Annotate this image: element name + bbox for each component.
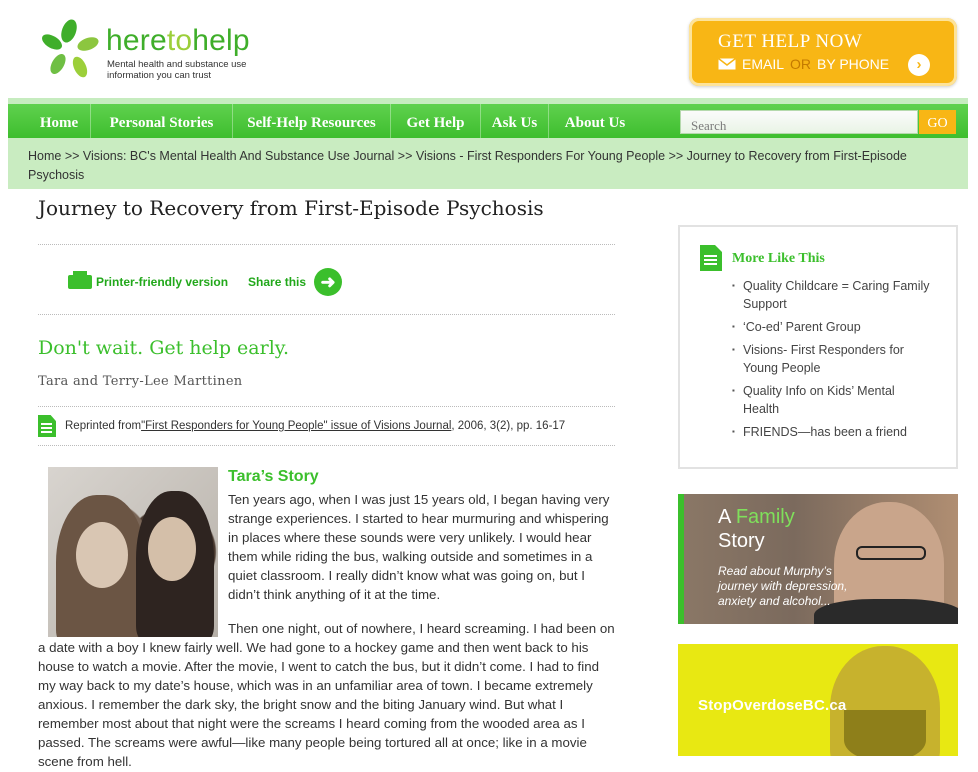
banner-story: Story (718, 530, 765, 552)
article-tools: Printer-friendly version Share this ➜ (68, 268, 343, 296)
share-arrow-icon[interactable]: ➜ (314, 268, 343, 296)
share-link[interactable]: Share this (248, 275, 306, 289)
breadcrumb: Home >> Visions: BC's Mental Health And … (8, 138, 968, 189)
article-subtitle: Don't wait. Get help early. (38, 337, 290, 359)
more-like-this-list: Quality Childcare = Caring Family Suppor… (732, 277, 932, 446)
story-paragraph-1: Ten years ago, when I was just 15 years … (228, 492, 610, 602)
story-paragraph-2: Then one night, out of nowhere, I heard … (38, 621, 615, 769)
divider (38, 314, 615, 315)
document-icon (700, 245, 722, 271)
breadcrumb-separator: >> (668, 149, 684, 163)
logo-to: to (166, 24, 193, 57)
or-label: OR (790, 56, 812, 72)
list-item[interactable]: ‘Co-ed’ Parent Group (732, 318, 932, 336)
printer-icon[interactable] (68, 271, 92, 289)
get-help-title: GET HELP NOW (718, 31, 863, 52)
nav-home[interactable]: Home (28, 104, 91, 138)
logo-leaf-icon (42, 19, 99, 78)
banner-a: A (718, 506, 731, 528)
breadcrumb-separator: >> (397, 149, 413, 163)
banner-tagline: Read about Murphy’s journey with depress… (718, 564, 848, 608)
reprint-note: Reprinted from "First Responders for You… (38, 415, 565, 437)
list-item[interactable]: Visions- First Responders for Young Peop… (732, 341, 932, 377)
envelope-icon (718, 58, 736, 70)
logo-wordmark: heretohelp (106, 24, 250, 58)
phone-link[interactable]: BY PHONE (817, 56, 889, 72)
divider (38, 445, 615, 446)
family-story-banner[interactable]: A Family Story Read about Murphy’s journ… (678, 494, 958, 624)
more-like-this-title: More Like This (732, 251, 825, 266)
reprint-prefix: Reprinted from (65, 420, 142, 432)
breadcrumb-first-responders[interactable]: Visions - First Responders For Young Peo… (416, 149, 665, 163)
nav-ask-us[interactable]: Ask Us (481, 104, 549, 138)
chevron-right-icon[interactable]: › (908, 54, 930, 76)
page-title: Journey to Recovery from First-Episode P… (38, 196, 544, 220)
search-go-button[interactable]: GO (919, 110, 956, 134)
breadcrumb-home[interactable]: Home (28, 149, 61, 163)
nav-about-us[interactable]: About Us (549, 104, 641, 138)
divider (38, 244, 615, 245)
divider (38, 406, 615, 407)
get-help-options: EMAIL OR BY PHONE (718, 56, 889, 72)
breadcrumb-visions-journal[interactable]: Visions: BC's Mental Health And Substanc… (83, 149, 394, 163)
main-nav: Home Personal Stories Self-Help Resource… (8, 98, 968, 138)
reprint-issue-link[interactable]: "First Responders for Young People" issu… (141, 420, 451, 432)
stop-overdose-banner[interactable]: StopOverdoseBC.ca (678, 644, 958, 756)
breadcrumb-separator: >> (64, 149, 80, 163)
document-icon (38, 415, 56, 437)
site-logo[interactable]: heretohelp Mental health and substance u… (36, 18, 276, 84)
logo-tagline: Mental health and substance use informat… (107, 59, 247, 81)
section-heading: Tara’s Story (228, 468, 319, 485)
banner-family: Family (735, 506, 795, 528)
logo-here: here (106, 24, 167, 57)
nav-personal-stories[interactable]: Personal Stories (91, 104, 233, 138)
list-item[interactable]: Quality Childcare = Caring Family Suppor… (732, 277, 932, 313)
get-help-now-button[interactable]: GET HELP NOW EMAIL OR BY PHONE › (689, 18, 957, 86)
article-author: Tara and Terry-Lee Marttinen (38, 374, 243, 389)
article-photo (48, 467, 218, 637)
reprint-suffix: , 2006, 3(2), pp. 16-17 (451, 420, 566, 432)
more-like-this-box: More Like This Quality Childcare = Carin… (678, 225, 958, 469)
email-link[interactable]: EMAIL (742, 56, 784, 72)
banner-url: StopOverdoseBC.ca (698, 697, 847, 714)
search-input[interactable]: Search (680, 110, 918, 134)
logo-help: help (192, 24, 250, 57)
nav-self-help-resources[interactable]: Self-Help Resources (233, 104, 391, 138)
nav-get-help[interactable]: Get Help (391, 104, 481, 138)
banner-heading: A Family (718, 506, 795, 529)
list-item[interactable]: FRIENDS—has been a friend (732, 423, 932, 441)
list-item[interactable]: Quality Info on Kids’ Mental Health (732, 382, 932, 418)
printer-friendly-link[interactable]: Printer-friendly version (96, 275, 228, 289)
